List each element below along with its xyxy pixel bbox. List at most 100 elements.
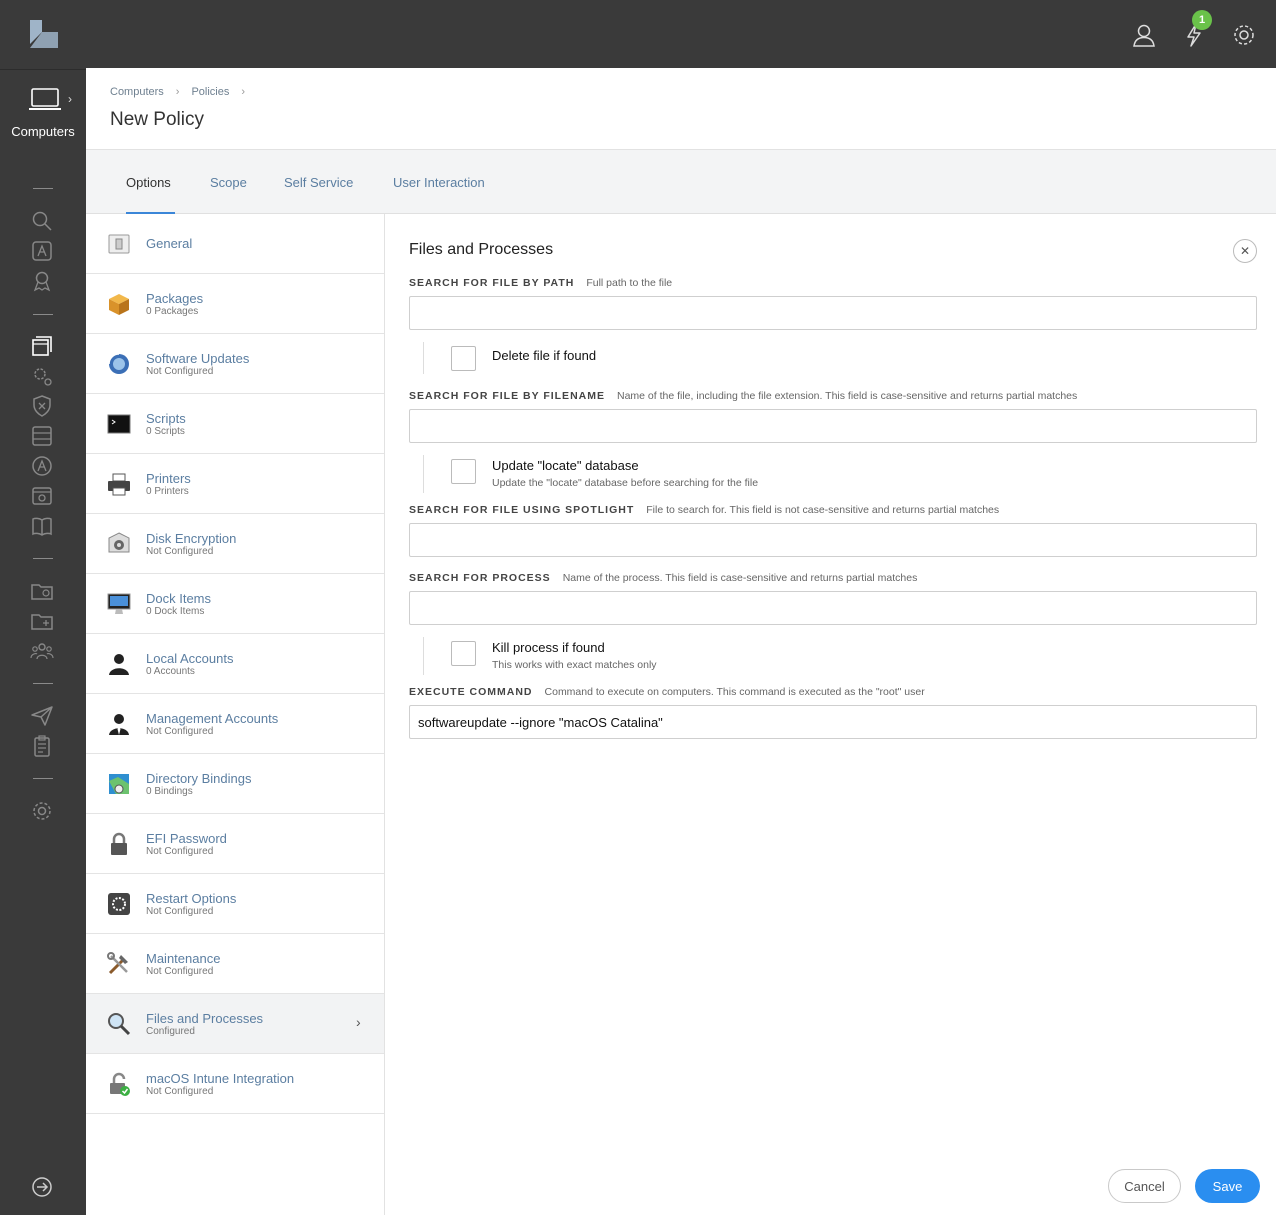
nav-divider [33, 558, 53, 559]
payload-item-files-and-processes[interactable]: Files and Processes Configured › [86, 994, 384, 1054]
payload-name: EFI Password [146, 831, 227, 846]
payload-item-management-accounts[interactable]: Management Accounts Not Configured [86, 694, 384, 754]
breadcrumb-separator-icon: › [241, 86, 246, 98]
field-label: SEARCH FOR FILE USING SPOTLIGHT [409, 504, 635, 516]
printer-icon [108, 473, 130, 496]
tab-user-interaction[interactable]: User Interaction [393, 175, 485, 190]
payload-item-maintenance[interactable]: Maintenance Not Configured [86, 934, 384, 994]
delete-file-option: Delete file if found [423, 342, 596, 374]
payload-item-packages[interactable]: Packages 0 Packages [86, 274, 384, 334]
app-store-icon[interactable] [30, 239, 54, 263]
field-help: Name of the process. This field is case-… [562, 572, 918, 584]
payload-item-restart-options[interactable]: Restart Options Not Configured [86, 874, 384, 934]
payload-name: Directory Bindings [146, 771, 252, 786]
software-updates-icon[interactable] [30, 484, 54, 508]
kill-process-checkbox[interactable] [451, 641, 476, 666]
nav-divider [33, 314, 53, 315]
section-chevron-right-icon[interactable]: › [68, 92, 72, 106]
breadcrumb-policies[interactable]: Policies [191, 86, 229, 98]
configuration-gears-icon[interactable] [30, 364, 54, 388]
breadcrumb: Computers › Policies › [110, 86, 257, 98]
search-path-input[interactable] [409, 296, 1257, 330]
field-label: SEARCH FOR PROCESS [409, 572, 551, 584]
field-help: File to search for. This field is not ca… [646, 504, 1000, 516]
static-groups-icon[interactable] [30, 609, 54, 633]
payload-item-software-updates[interactable]: Software Updates Not Configured [86, 334, 384, 394]
payload-name: Packages [146, 291, 204, 306]
payload-status: Configured [146, 1026, 195, 1037]
tab-scope[interactable]: Scope [210, 175, 247, 190]
left-nav: › Computers [0, 70, 86, 1215]
payload-name: macOS Intune Integration [146, 1071, 295, 1086]
settings-icon[interactable] [30, 799, 54, 823]
payload-name: Scripts [146, 411, 186, 426]
breadcrumb-separator-icon: › [175, 86, 180, 98]
tab-self-service[interactable]: Self Service [284, 175, 353, 190]
payload-name: General [146, 236, 193, 251]
users-group-icon[interactable] [30, 639, 54, 663]
payload-name: Restart Options [146, 891, 237, 906]
jamf-logo-icon[interactable] [28, 18, 60, 48]
field-help: Command to execute on computers. This co… [544, 686, 925, 698]
field-help: Name of the file, including the file ext… [616, 390, 1078, 402]
close-icon[interactable]: ✕ [1233, 239, 1257, 263]
tab-options[interactable]: Options [126, 175, 171, 190]
payload-item-macos-intune-integration[interactable]: macOS Intune Integration Not Configured [86, 1054, 384, 1114]
search-filename-input[interactable] [409, 409, 1257, 443]
intune-lock-icon [110, 1072, 130, 1096]
settings-gear-icon[interactable] [1231, 22, 1257, 48]
package-box-icon [109, 294, 129, 315]
ebooks-icon[interactable] [30, 514, 54, 538]
chevron-right-icon: › [356, 1014, 361, 1030]
payload-item-printers[interactable]: Printers 0 Printers [86, 454, 384, 514]
policies-icon[interactable] [30, 334, 54, 358]
search-icon[interactable] [30, 209, 54, 233]
payload-item-directory-bindings[interactable]: Directory Bindings 0 Bindings [86, 754, 384, 814]
send-paper-plane-icon[interactable] [30, 704, 54, 728]
payload-status: Not Configured [146, 966, 214, 977]
laptop-icon[interactable] [28, 86, 62, 114]
breadcrumb-computers[interactable]: Computers [110, 86, 164, 98]
search-process-input[interactable] [409, 591, 1257, 625]
payload-status: Not Configured [146, 546, 214, 557]
panel-title: Files and Processes [409, 241, 554, 258]
app-installers-icon[interactable] [30, 454, 54, 478]
payload-status: 0 Dock Items [146, 606, 205, 617]
user-icon[interactable] [1131, 22, 1157, 48]
delete-file-checkbox[interactable] [451, 346, 476, 371]
section-label[interactable]: Computers [0, 124, 86, 139]
main-panel: Computers › Policies › New Policy Options S… [86, 68, 1276, 1215]
reports-clipboard-icon[interactable] [30, 734, 54, 758]
payload-name: Local Accounts [146, 651, 234, 666]
local-account-user-icon [109, 654, 129, 675]
nav-divider [33, 188, 53, 189]
server-list-icon[interactable] [30, 424, 54, 448]
payload-item-general[interactable]: General [86, 214, 384, 274]
top-bar: 1 [0, 0, 1276, 70]
award-icon[interactable] [30, 269, 54, 293]
notification-badge: 1 [1192, 10, 1212, 30]
collapse-sidebar-icon[interactable] [30, 1175, 54, 1199]
payload-status: Not Configured [146, 906, 214, 917]
payload-item-scripts[interactable]: Scripts 0 Scripts [86, 394, 384, 454]
page-title: New Policy [110, 109, 204, 130]
payload-item-disk-encryption[interactable]: Disk Encryption Not Configured [86, 514, 384, 574]
payload-item-local-accounts[interactable]: Local Accounts 0 Accounts [86, 634, 384, 694]
payload-item-efi-password[interactable]: EFI Password Not Configured [86, 814, 384, 874]
payload-status: 0 Accounts [146, 666, 195, 677]
monitor-icon [107, 593, 131, 614]
save-button[interactable]: Save [1195, 1169, 1260, 1203]
restart-spinner-icon [108, 893, 130, 915]
payload-status: Not Configured [146, 726, 214, 737]
update-locate-checkbox[interactable] [451, 459, 476, 484]
payload-status: 0 Printers [146, 486, 189, 497]
cancel-button[interactable]: Cancel [1108, 1169, 1181, 1203]
search-path-label: SEARCH FOR FILE BY PATH Full path to the … [409, 277, 672, 289]
execute-command-input[interactable] [409, 705, 1257, 739]
smart-groups-icon[interactable] [30, 579, 54, 603]
tab-bar: Options Scope Self Service User Interact… [86, 150, 1276, 214]
payload-item-dock-items[interactable]: Dock Items 0 Dock Items [86, 574, 384, 634]
search-spotlight-input[interactable] [409, 523, 1257, 557]
shield-icon[interactable] [30, 394, 54, 418]
payload-name: Printers [146, 471, 191, 486]
